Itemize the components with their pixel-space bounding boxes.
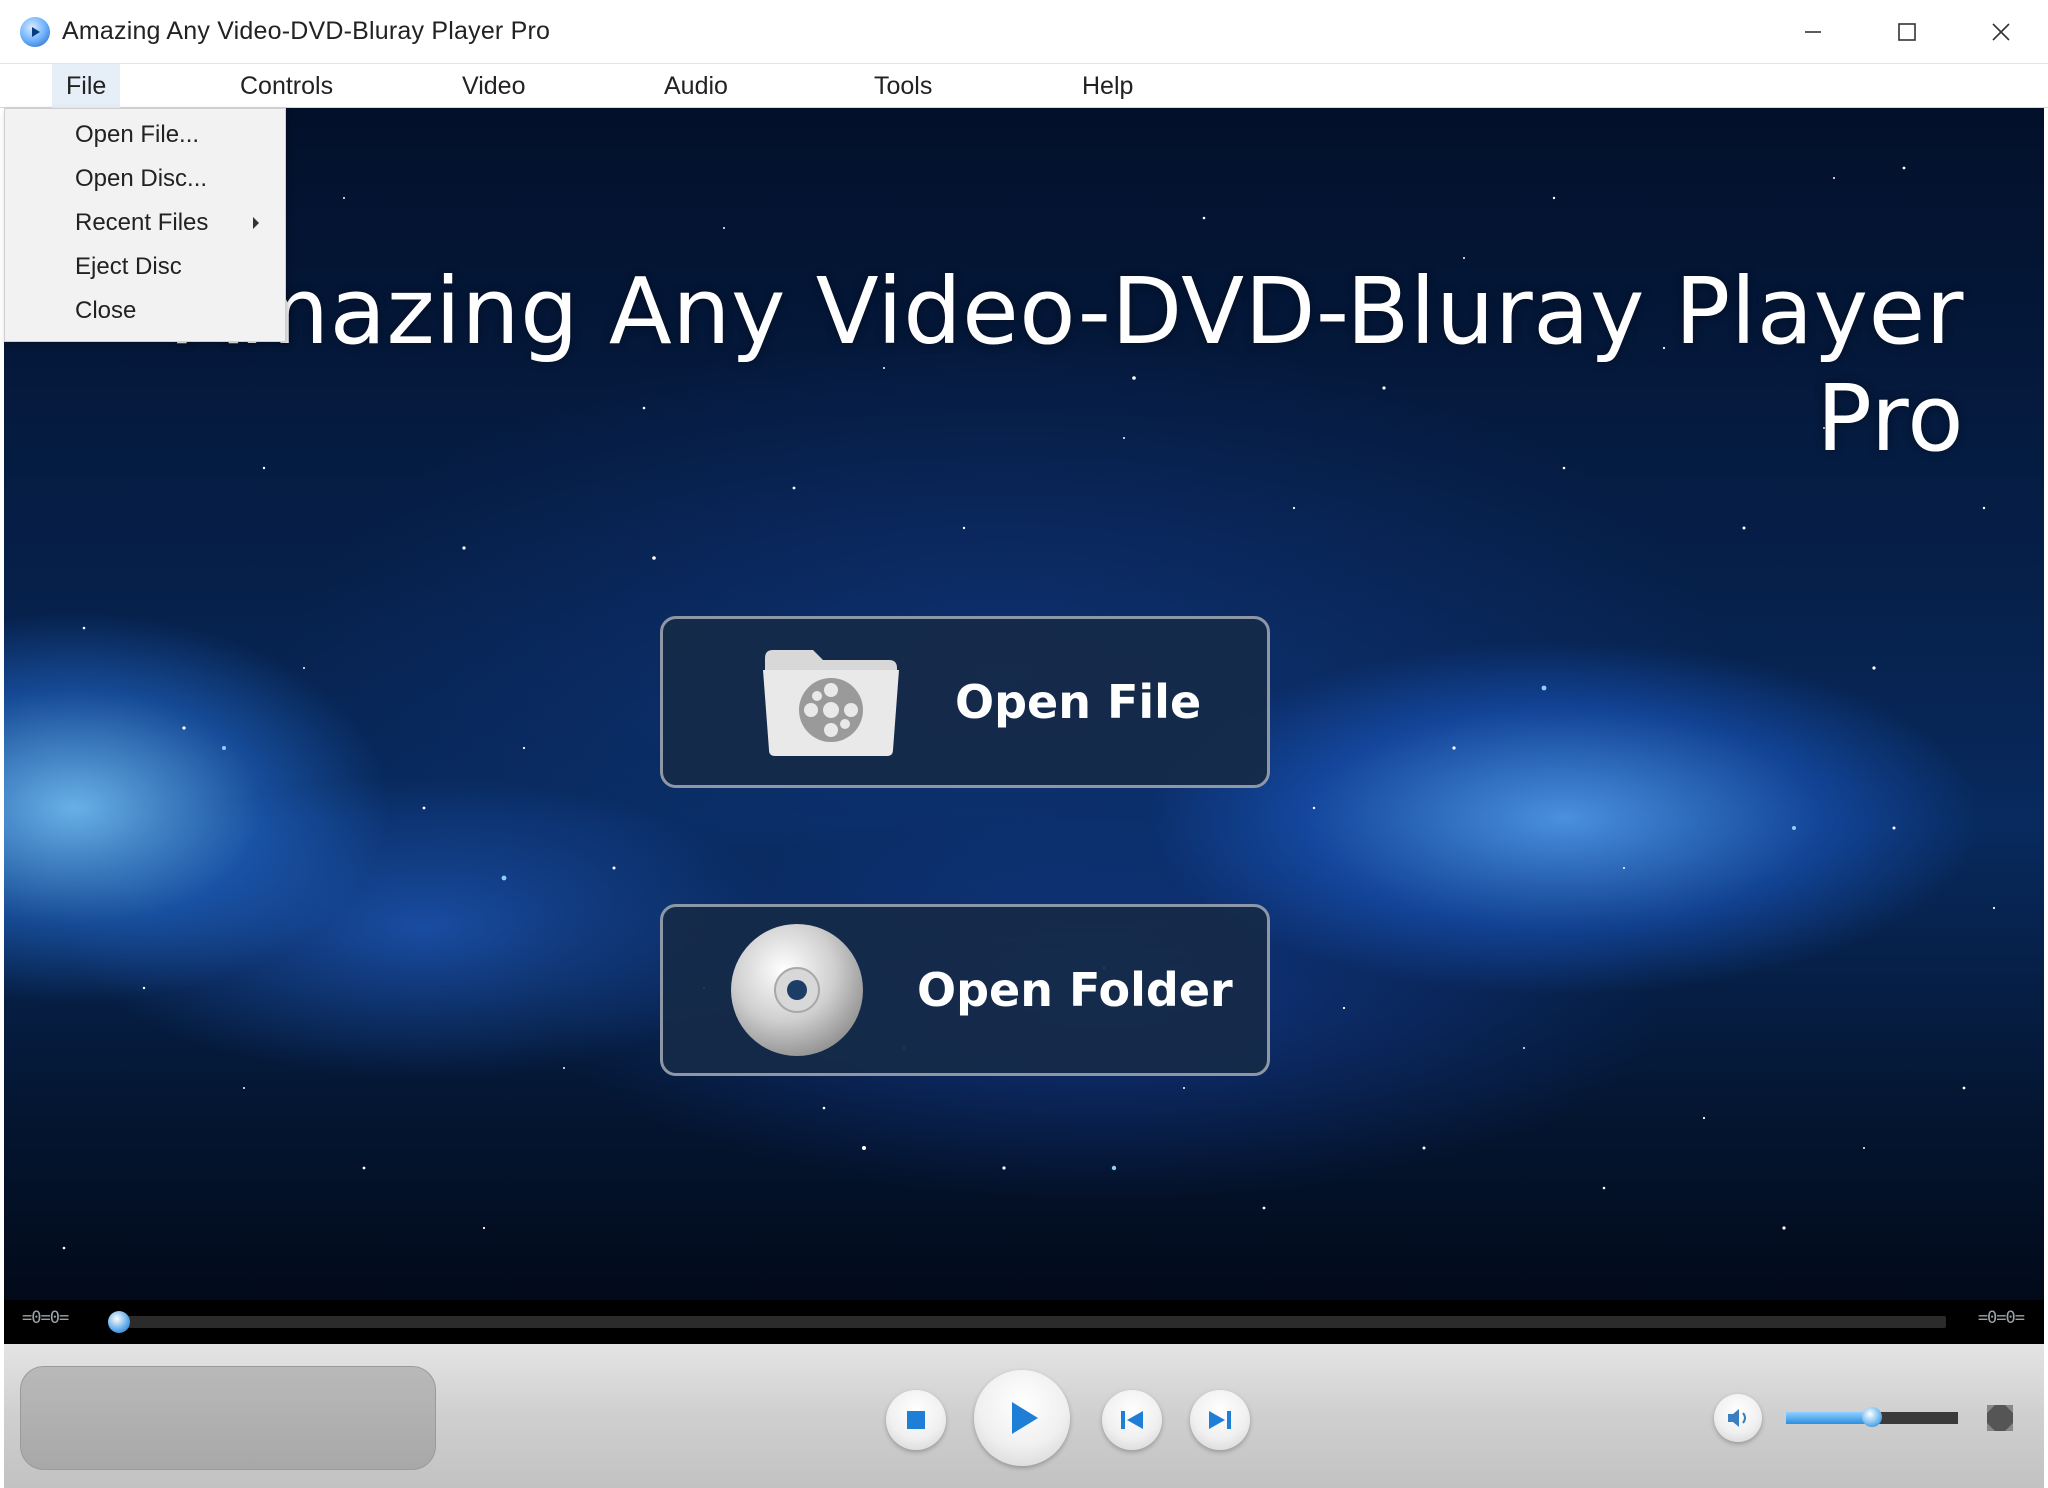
minimize-button[interactable] — [1766, 0, 1860, 64]
menu-audio[interactable]: Audio — [650, 64, 742, 108]
close-button[interactable] — [1954, 0, 2048, 64]
menu-file[interactable]: File — [52, 64, 121, 108]
total-time: =0=0= — [1977, 1308, 2025, 1328]
film-folder-icon — [763, 650, 899, 756]
seek-thumb[interactable] — [108, 1311, 130, 1333]
previous-icon — [1121, 1411, 1143, 1429]
previous-button[interactable] — [1102, 1390, 1162, 1450]
maximize-button[interactable] — [1860, 0, 1954, 64]
fullscreen-button[interactable] — [1982, 1400, 2018, 1436]
disc-icon — [731, 924, 863, 1056]
title-bar: Amazing Any Video-DVD-Bluray Player Pro — [0, 0, 2048, 64]
menu-item-open-disc[interactable]: Open Disc... — [5, 157, 285, 201]
menu-item-open-file[interactable]: Open File... — [5, 113, 285, 157]
submenu-arrow-icon — [253, 217, 259, 229]
app-play-icon — [20, 16, 50, 47]
hero-title: Amazing Any Video-DVD-Bluray Player Pro — [176, 258, 1964, 472]
volume-thumb[interactable] — [1862, 1407, 1882, 1427]
open-folder-label: Open Folder — [917, 963, 1233, 1017]
file-dropdown-menu: Open File... Open Disc... Recent Files E… — [4, 108, 286, 342]
maximize-icon — [1898, 23, 1916, 41]
seek-track[interactable] — [116, 1316, 1946, 1328]
menu-item-close[interactable]: Close — [5, 289, 285, 333]
menu-item-recent-files-label: Recent Files — [75, 209, 209, 236]
next-icon — [1209, 1411, 1231, 1429]
minimize-icon — [1805, 31, 1821, 33]
open-file-label: Open File — [955, 675, 1202, 729]
play-icon — [1012, 1402, 1038, 1434]
elapsed-time: =0=0= — [22, 1308, 69, 1328]
play-button[interactable] — [974, 1370, 1070, 1466]
menu-item-eject-disc[interactable]: Eject Disc — [5, 245, 285, 289]
menu-tools[interactable]: Tools — [860, 64, 946, 108]
volume-icon — [1728, 1409, 1746, 1427]
volume-fill — [1786, 1412, 1872, 1424]
next-button[interactable] — [1190, 1390, 1250, 1450]
menu-item-recent-files[interactable]: Recent Files — [5, 201, 285, 245]
window-controls — [1766, 0, 2048, 64]
volume-button[interactable] — [1714, 1394, 1762, 1442]
stop-icon — [907, 1411, 925, 1429]
window-title: Amazing Any Video-DVD-Bluray Player Pro — [62, 17, 551, 45]
menu-controls[interactable]: Controls — [226, 64, 347, 108]
media-info-panel — [20, 1366, 436, 1470]
seek-bar: =0=0= =0=0= — [4, 1300, 2044, 1344]
open-file-button[interactable]: Open File — [660, 616, 1270, 788]
video-area[interactable]: Amazing Any Video-DVD-Bluray Player Pro … — [4, 108, 2044, 1300]
menu-video[interactable]: Video — [448, 64, 540, 108]
open-folder-button[interactable]: Open Folder — [660, 904, 1270, 1076]
control-bar — [4, 1344, 2044, 1488]
fullscreen-icon — [1987, 1405, 2013, 1431]
menu-bar: File Controls Video Audio Tools Help — [0, 64, 2048, 108]
menu-help[interactable]: Help — [1068, 64, 1147, 108]
stop-button[interactable] — [886, 1390, 946, 1450]
close-icon — [1992, 23, 2010, 41]
